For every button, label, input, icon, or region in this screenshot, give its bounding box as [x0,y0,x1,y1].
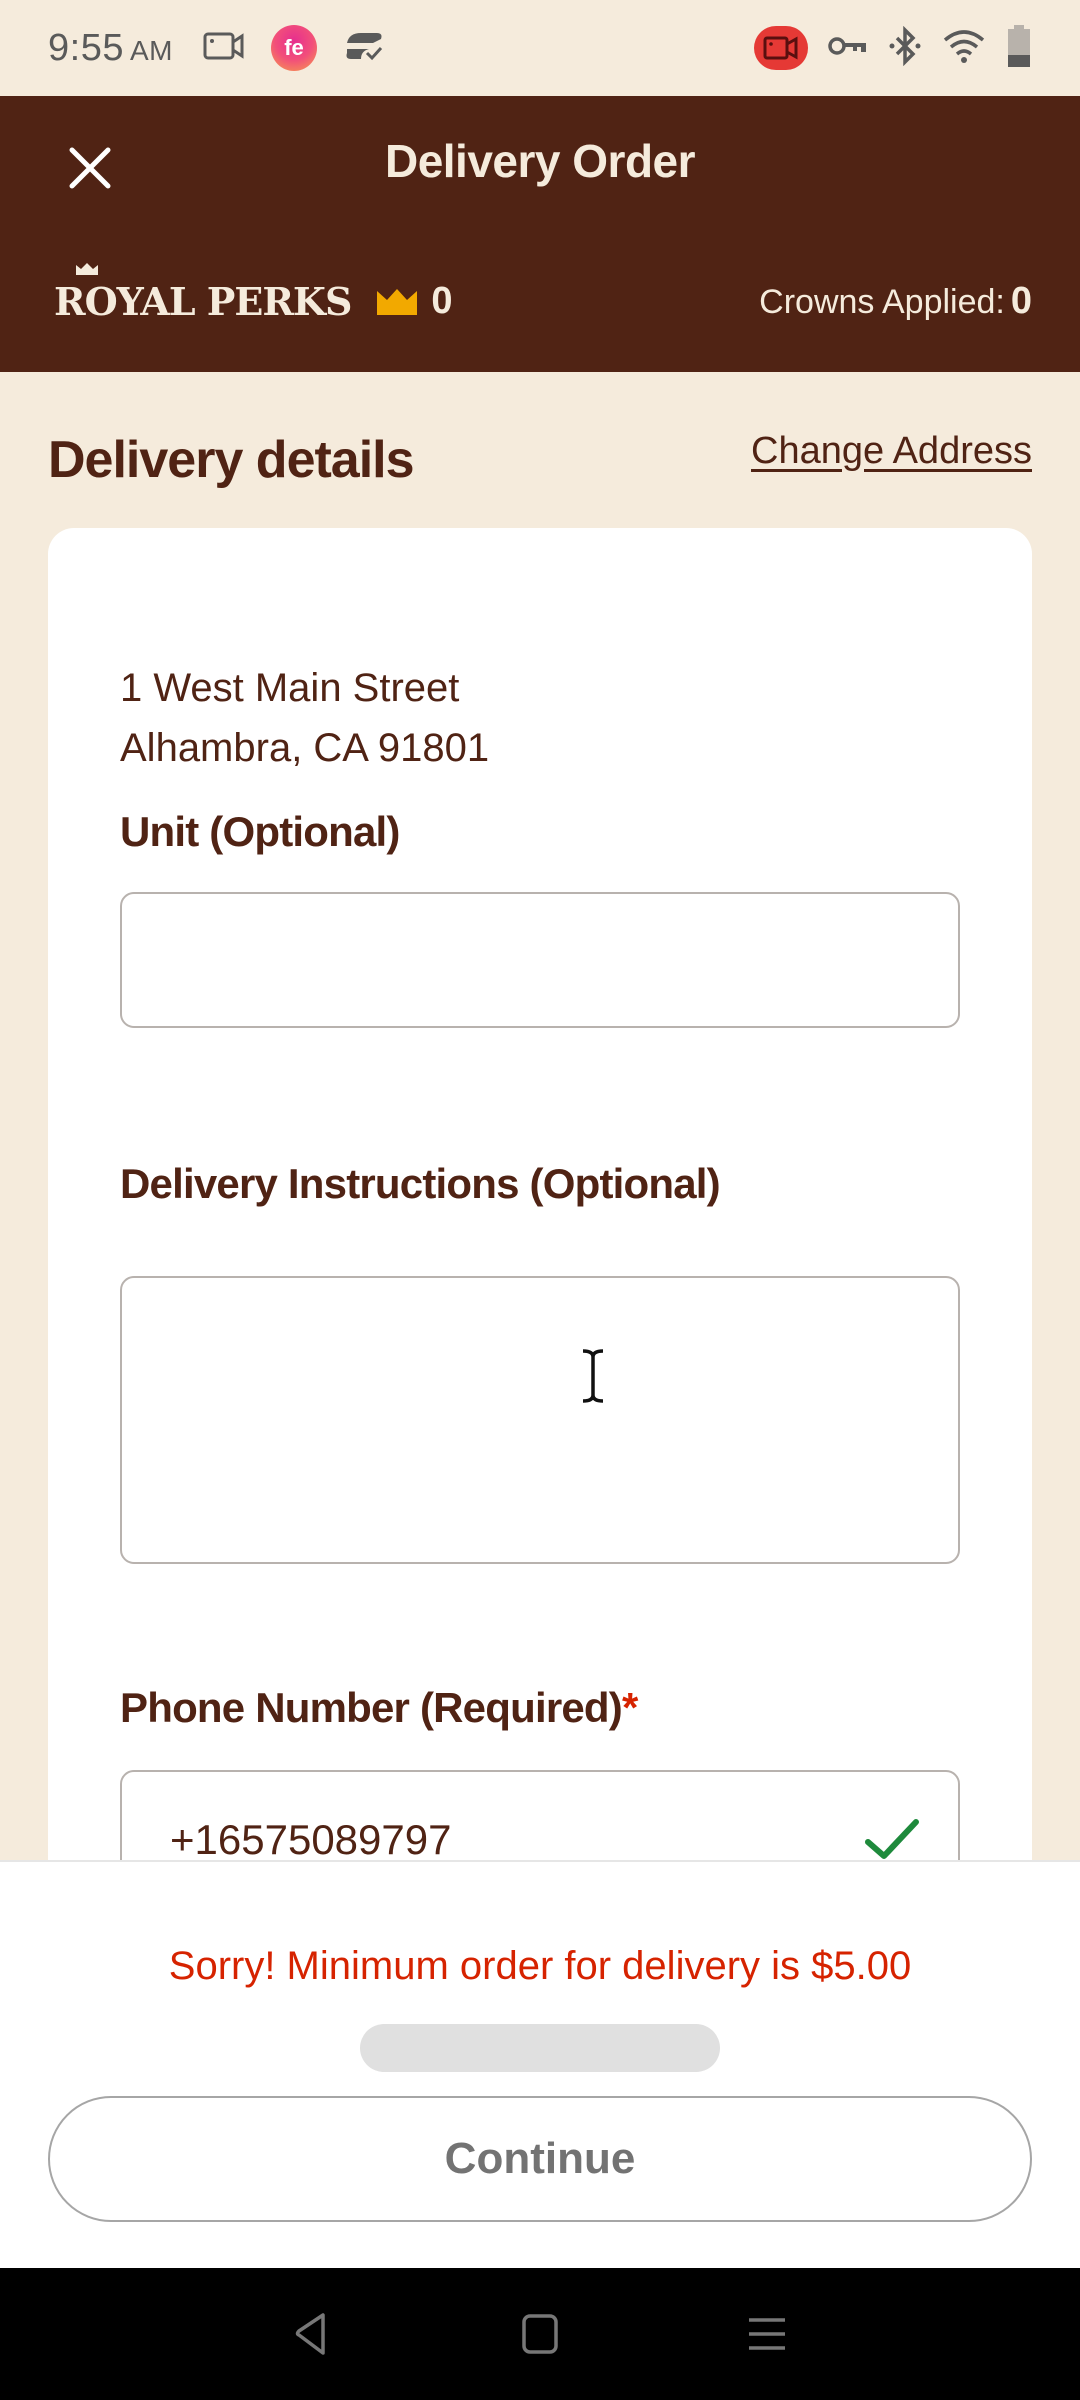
instructions-field[interactable] [120,1276,960,1564]
bottom-action-sheet: Sorry! Minimum order for delivery is $5.… [0,1860,1080,2268]
status-right-icons [754,24,1032,72]
battery-icon [1006,24,1032,72]
minimum-order-error: Sorry! Minimum order for delivery is $5.… [168,1944,912,1988]
address-line-2: Alhambra, CA 91801 [120,726,490,770]
required-marker: * [621,1684,638,1731]
royal-perks-logo-text: ROYAL PERKS [54,278,352,324]
delivery-address: 1 West Main Street Alhambra, CA 91801 [120,658,489,778]
logo-crown-icon [76,262,98,275]
section-title: Delivery details [48,431,415,489]
delivery-details-header: Delivery details Change Address [48,420,1032,500]
status-bar: 9:55 AM fe [0,0,1080,96]
change-address-link[interactable]: Change Address [751,430,1032,473]
app-notification-icon-text: fe [284,35,304,60]
royal-perks-bar: ROYAL PERKS 0 Crowns Applied: 0 [54,262,1032,336]
system-nav-bar [0,2268,1080,2400]
instructions-label: Delivery Instructions (Optional) [120,1160,721,1207]
home-icon [522,2314,558,2354]
crown-balance-value: 0 [431,279,453,322]
vpn-key-icon [828,34,868,63]
app-header: Delivery Order ROYAL PERKS 0 Crowns Appl… [0,96,1080,372]
status-left-icons: fe [203,25,385,71]
page-title: Delivery Order [384,135,696,187]
phone-label: Phone Number (Required)* [120,1684,638,1732]
app-notification-icon: fe [270,25,317,71]
crowns-applied-label: Crowns Applied: [759,282,1005,321]
nav-home-button[interactable] [500,2294,580,2374]
back-icon [296,2313,326,2355]
text-cursor-icon [582,1349,604,1403]
nav-back-button[interactable] [273,2294,353,2374]
bluetooth-icon [888,25,922,71]
unit-input[interactable] [122,894,958,1026]
instructions-input[interactable] [122,1278,958,1562]
nav-recents-button[interactable] [727,2294,807,2374]
unit-label: Unit (Optional) [120,808,400,855]
recents-icon [748,2318,785,2350]
recording-indicator-icon [754,26,808,70]
screen-record-icon [203,31,245,66]
royal-perks-logo: ROYAL PERKS [54,262,352,324]
continue-button[interactable]: Continue [48,2096,1032,2222]
crown-balance: 0 [377,279,453,323]
loading-placeholder [360,2024,720,2072]
unit-field[interactable] [120,892,960,1028]
status-time: 9:55 AM [48,27,173,70]
crown-icon [377,289,418,315]
status-time-ampm: AM [129,34,173,66]
wifi-icon [942,28,986,69]
crowns-applied: Crowns Applied: 0 [759,280,1032,323]
status-time-value: 9:55 [48,26,124,69]
delivery-details-card: 1 West Main Street Alhambra, CA 91801 Un… [48,528,1032,1930]
sync-icon [343,29,385,68]
phone-label-text: Phone Number (Required) [120,1684,623,1731]
crowns-applied-value: 0 [1010,279,1032,322]
valid-check-icon [865,1819,919,1859]
address-line-1: 1 West Main Street [120,666,460,710]
